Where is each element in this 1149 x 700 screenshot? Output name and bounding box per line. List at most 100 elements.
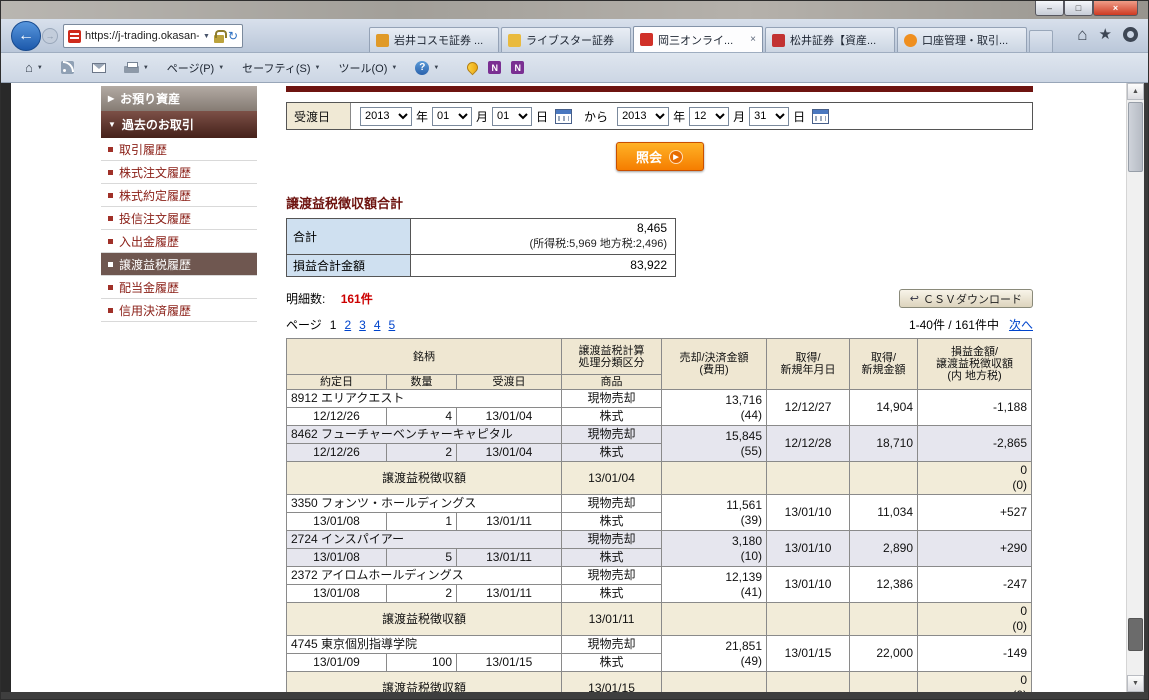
home-icon[interactable]: ⌂ — [1077, 26, 1087, 43]
cell-empty — [767, 672, 850, 693]
filter-panel: 受渡日 2013 年 01 月 01 日 から — [286, 102, 1033, 130]
cell-acquire-date: 13/01/15 — [767, 636, 850, 672]
scroll-marker[interactable] — [1128, 618, 1143, 651]
print-menu-button[interactable]: ▼ — [120, 59, 153, 76]
cell-subtotal-label: 譲渡益税徴収額 — [287, 462, 562, 495]
sidebar-item-margin-settlement-history[interactable]: 信用決済履歴 — [101, 299, 257, 322]
subtotal-row: 譲渡益税徴収額 13/01/04 0 (0) — [287, 462, 1032, 495]
lock-icon — [214, 35, 224, 43]
cell-settle-date: 13/01/11 — [457, 585, 562, 603]
main-table: 銘柄 譲渡益税計算 処理分類区分 売却/決済金額 (費用) 取得/ 新規年月日 — [286, 338, 1032, 692]
to-year-select[interactable]: 2013 — [617, 107, 669, 126]
cell-empty — [850, 462, 918, 495]
address-bar[interactable]: https://j-trading.okasan-onlin... ▼ ↻ — [63, 24, 243, 48]
cell-category: 現物売却 — [562, 426, 662, 444]
page-number-link-3[interactable]: 3 — [359, 318, 366, 332]
refresh-icon[interactable]: ↻ — [228, 30, 238, 42]
scrollbar-track[interactable] — [1127, 100, 1144, 675]
sidebar-item-dividend-history[interactable]: 配当金履歴 — [101, 276, 257, 299]
tab-account-management[interactable]: 口座管理・取引... — [897, 27, 1027, 52]
from-day-select[interactable]: 01 — [492, 107, 532, 126]
bullet-icon — [108, 170, 113, 175]
scroll-thumb[interactable] — [1128, 102, 1143, 172]
gear-icon[interactable] — [1123, 27, 1138, 42]
scroll-up-button[interactable]: ▲ — [1127, 83, 1144, 100]
cell-profit-loss: -149 — [918, 636, 1032, 672]
maximize-button[interactable]: □ — [1064, 1, 1093, 16]
next-page-link[interactable]: 次へ — [1009, 316, 1033, 333]
tab-favicon — [904, 34, 917, 47]
csv-download-button[interactable]: ↩ ＣＳＶダウンロード — [899, 289, 1033, 308]
to-day-select[interactable]: 31 — [749, 107, 789, 126]
cell-profit-loss: -247 — [918, 567, 1032, 603]
from-year-select[interactable]: 2013 — [360, 107, 412, 126]
page-number-link-4[interactable]: 4 — [374, 318, 381, 332]
mail-icon — [92, 63, 106, 73]
tab-iwai-cosmo[interactable]: 岩井コスモ証券 ... — [369, 27, 499, 52]
cell-product: 株式 — [562, 408, 662, 426]
cell-sell-amount: 21,851 (49) — [662, 636, 767, 672]
sidebar: ▶ お預り資産 ▼ 過去のお取引 取引履歴 株式注文履歴 株式約定履歴 投信 — [101, 86, 257, 322]
home-menu-button[interactable]: ⌂ ▼ — [21, 57, 47, 78]
cell-stock-name: 2372 アイロムホールディングス — [287, 567, 562, 585]
trade-row-main: 8912 エリアクエスト 現物売却 13,716 (44) 12/12/27 1… — [287, 390, 1032, 408]
from-month-select[interactable]: 01 — [432, 107, 472, 126]
vertical-scrollbar[interactable]: ▲ ▼ — [1126, 83, 1144, 692]
sidebar-item-stock-execution-history[interactable]: 株式約定履歴 — [101, 184, 257, 207]
sidebar-item-trade-history[interactable]: 取引履歴 — [101, 138, 257, 161]
chevron-down-icon: ▼ — [143, 65, 149, 71]
home-icon: ⌂ — [25, 60, 33, 75]
tab-matsui[interactable]: 松井証券【資産... — [765, 27, 895, 52]
sidebar-item-fund-order-history[interactable]: 投信注文履歴 — [101, 207, 257, 230]
chevron-right-icon: ▶ — [108, 94, 114, 103]
search-button[interactable]: 照会 ▶ — [616, 142, 704, 171]
sidebar-header-past-trades[interactable]: ▼ 過去のお取引 — [101, 111, 257, 138]
navigation-bar: ← → https://j-trading.okasan-onlin... ▼ … — [1, 19, 1148, 53]
cell-quantity: 100 — [387, 654, 457, 672]
to-month-select[interactable]: 12 — [689, 107, 729, 126]
cell-sell-amount: 12,139 (41) — [662, 567, 767, 603]
window-left-border — [1, 83, 11, 692]
favorites-star-icon[interactable]: ★ — [1099, 27, 1112, 42]
bullet-icon — [108, 239, 113, 244]
cell-category: 現物売却 — [562, 495, 662, 513]
close-button[interactable]: × — [1093, 1, 1138, 16]
tools-menu[interactable]: ツール(O) ▼ — [334, 57, 401, 79]
cell-profit-loss: -2,865 — [918, 426, 1032, 462]
url-text[interactable]: https://j-trading.okasan-onlin... — [85, 30, 199, 42]
help-menu-button[interactable]: ? ▼ — [411, 58, 443, 78]
onenote-icon[interactable]: N — [488, 61, 501, 74]
mail-button[interactable] — [88, 60, 110, 76]
page-menu[interactable]: ページ(P) ▼ — [163, 57, 228, 79]
sidebar-item-capital-gains-tax-history[interactable]: 譲渡益税履歴 — [101, 253, 257, 276]
rss-button[interactable] — [57, 58, 78, 77]
download-icon: ↩ — [910, 292, 919, 305]
cell-acquire-date: 13/01/10 — [767, 495, 850, 531]
cell-acquire-amount: 11,034 — [850, 495, 918, 531]
sidebar-item-deposit-withdrawal-history[interactable]: 入出金履歴 — [101, 230, 257, 253]
address-dropdown-icon[interactable]: ▼ — [203, 33, 210, 40]
safety-menu[interactable]: セーフティ(S) ▼ — [238, 57, 324, 79]
cell-empty — [850, 672, 918, 693]
trade-row-main: 2724 インスパイアー 現物売却 3,180 (10) 13/01/10 2,… — [287, 531, 1032, 549]
back-button[interactable]: ← — [11, 21, 41, 51]
tab-close-icon[interactable]: × — [750, 34, 756, 45]
tab-livestar[interactable]: ライブスター証券 — [501, 27, 631, 52]
forward-button[interactable]: → — [42, 28, 58, 44]
list-meta-row: 明細数: 161件 ↩ ＣＳＶダウンロード — [286, 289, 1033, 308]
sidebar-item-stock-order-history[interactable]: 株式注文履歴 — [101, 161, 257, 184]
page-number-link-5[interactable]: 5 — [389, 318, 396, 332]
onenote-linked-icon[interactable]: N — [511, 61, 524, 74]
calendar-icon-from[interactable] — [555, 109, 572, 124]
scroll-down-button[interactable]: ▼ — [1127, 675, 1144, 692]
minimize-button[interactable]: – — [1035, 1, 1064, 16]
calendar-icon-to[interactable] — [812, 109, 829, 124]
header-quantity: 数量 — [387, 375, 457, 390]
sidebar-header-assets[interactable]: ▶ お預り資産 — [101, 86, 257, 111]
tab-okasan-online-active[interactable]: 岡三オンライ... × — [633, 26, 763, 52]
pin-icon[interactable] — [465, 60, 481, 76]
cell-settle-date: 13/01/04 — [457, 444, 562, 462]
page-number-link-2[interactable]: 2 — [344, 318, 351, 332]
cell-quantity: 2 — [387, 444, 457, 462]
new-tab-button[interactable] — [1029, 30, 1053, 52]
